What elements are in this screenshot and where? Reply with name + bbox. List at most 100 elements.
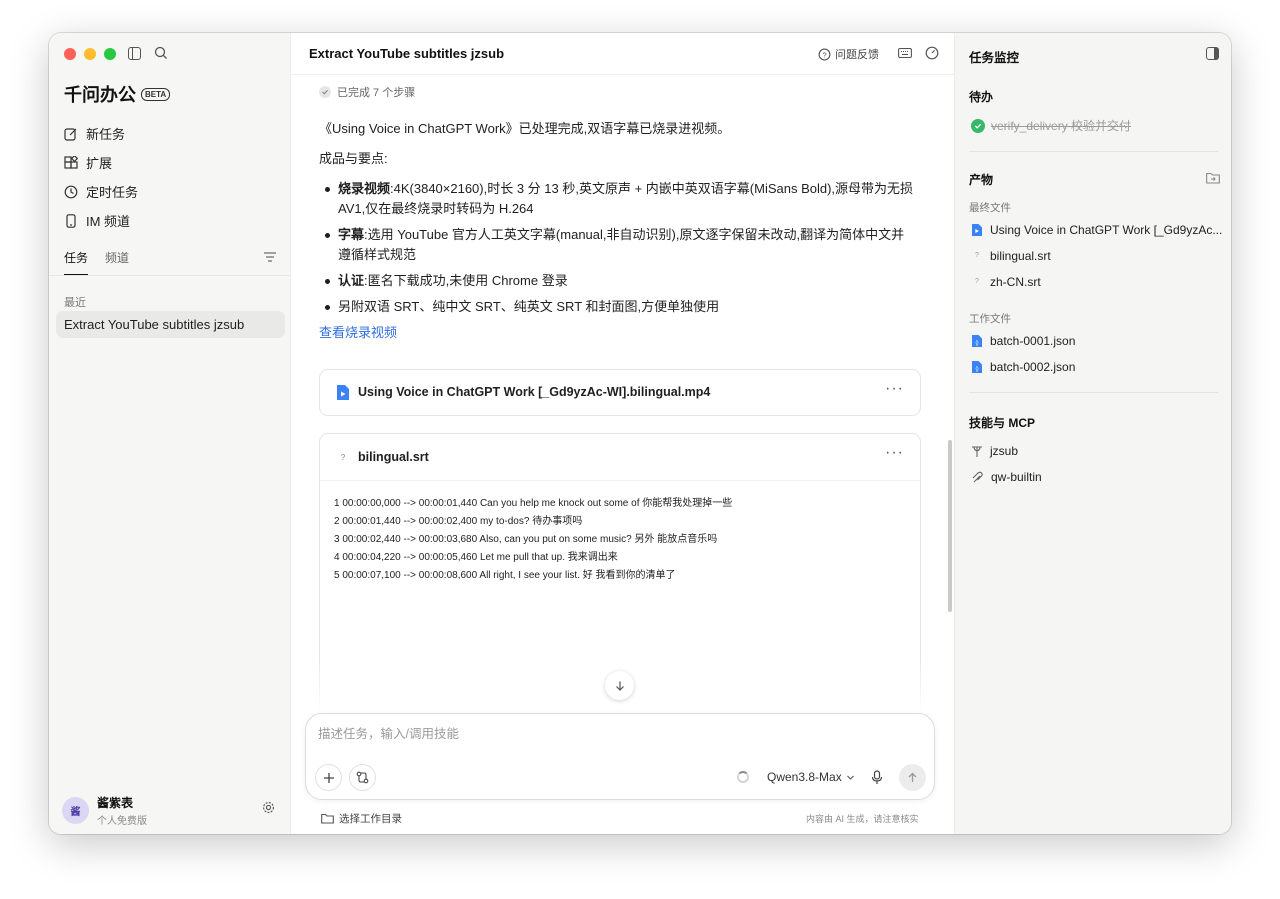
work-file-item[interactable]: {} batch-0002.json bbox=[971, 360, 1075, 374]
final-file-item[interactable]: ? zh-CN.srt bbox=[971, 275, 1041, 289]
panel-toggle-icon[interactable] bbox=[1206, 47, 1219, 60]
send-button[interactable] bbox=[899, 764, 926, 791]
scroll-down-button[interactable] bbox=[605, 671, 634, 700]
view-video-link[interactable]: 查看烧录视频 bbox=[319, 323, 917, 343]
user-profile[interactable]: 酱 酱紫表 个人免费版 bbox=[62, 794, 147, 827]
brand: 千问办公 BETA bbox=[64, 81, 171, 107]
srt-line: 1 00:00:00,000 --> 00:00:01,440 Can you … bbox=[334, 498, 733, 509]
gear-icon[interactable] bbox=[262, 801, 275, 814]
json-file-icon: {} bbox=[972, 361, 982, 373]
video-file-card[interactable]: Using Voice in ChatGPT Work [_Gd9yzAc-WI… bbox=[319, 369, 921, 416]
list-item: 另附双语 SRT、纯中文 SRT、纯英文 SRT 和封面图,方便单独使用 bbox=[319, 297, 917, 317]
extensions-icon bbox=[64, 155, 78, 169]
sidebar-tabs: 任务 频道 bbox=[64, 249, 129, 276]
bullet-text: :4K(3840×2160),时长 3 分 13 秒,英文原声 + 内嵌中英双语… bbox=[338, 181, 914, 216]
srt-file-name: bilingual.srt bbox=[358, 450, 429, 464]
mcp-icon bbox=[972, 471, 983, 482]
scrollbar[interactable] bbox=[948, 440, 952, 612]
main-header: Extract YouTube subtitles jzsub ? 问题反馈 bbox=[291, 33, 954, 75]
add-button[interactable] bbox=[315, 764, 342, 791]
divider bbox=[969, 392, 1218, 393]
final-file-item[interactable]: Using Voice in ChatGPT Work [_Gd9yzAc... bbox=[971, 223, 1222, 237]
sidebar: 千问办公 BETA 新任务 扩展 定时任务 IM 频道 任务 频道 最近 Ext… bbox=[49, 33, 291, 834]
srt-line: 5 00:00:07,100 --> 00:00:08,600 All righ… bbox=[334, 570, 676, 581]
svg-text:{}: {} bbox=[975, 367, 979, 373]
menu-new-task[interactable]: 新任务 bbox=[64, 119, 138, 148]
bullet-bold: 认证 bbox=[338, 273, 365, 288]
video-file-name: Using Voice in ChatGPT Work [_Gd9yzAc-WI… bbox=[358, 385, 711, 399]
help-circle-icon: ? bbox=[818, 48, 831, 60]
sidebar-toggle-icon[interactable] bbox=[128, 47, 141, 60]
minimize-window-button[interactable] bbox=[84, 48, 96, 60]
folder-import-icon[interactable] bbox=[1206, 172, 1220, 184]
conversation-area[interactable]: 已完成 7 个步骤 《Using Voice in ChatGPT Work》已… bbox=[291, 76, 954, 716]
file-name: batch-0002.json bbox=[990, 360, 1076, 374]
steps-status[interactable]: 已完成 7 个步骤 bbox=[319, 84, 415, 100]
more-options-icon[interactable]: ··· bbox=[885, 444, 904, 462]
task-input[interactable] bbox=[318, 727, 838, 741]
final-files-label: 最终文件 bbox=[969, 202, 1011, 214]
json-file-icon: {} bbox=[972, 335, 982, 347]
workdir-label: 选择工作目录 bbox=[339, 813, 402, 825]
final-file-item[interactable]: ? bilingual.srt bbox=[971, 249, 1051, 263]
recent-task-item[interactable]: Extract YouTube subtitles jzsub bbox=[56, 311, 285, 338]
composer: Qwen3.8-Max bbox=[305, 713, 935, 800]
srt-line: 3 00:00:02,440 --> 00:00:03,680 Also, ca… bbox=[334, 534, 718, 545]
microphone-icon[interactable] bbox=[871, 770, 883, 785]
gauge-icon[interactable] bbox=[925, 46, 939, 60]
list-item: 字幕:选用 YouTube 官方人工英文字幕(manual,非自动识别),原文逐… bbox=[319, 225, 917, 265]
srt-content: 1 00:00:00,000 --> 00:00:01,440 Can you … bbox=[320, 481, 920, 599]
page-title: Extract YouTube subtitles jzsub bbox=[309, 46, 505, 61]
message-bullets: 烧录视频:4K(3840×2160),时长 3 分 13 秒,英文原声 + 内嵌… bbox=[319, 179, 917, 317]
list-item: 认证:匿名下载成功,未使用 Chrome 登录 bbox=[319, 271, 917, 291]
menu-extensions[interactable]: 扩展 bbox=[64, 148, 138, 177]
edit-icon bbox=[64, 127, 77, 141]
beta-badge: BETA bbox=[141, 87, 171, 101]
srt-line: 4 00:00:04,220 --> 00:00:05,460 Let me p… bbox=[334, 552, 618, 563]
filter-icon[interactable] bbox=[263, 251, 277, 263]
steps-label: 已完成 7 个步骤 bbox=[337, 87, 416, 99]
skill-item[interactable]: jzsub bbox=[971, 444, 1018, 458]
model-selector[interactable]: Qwen3.8-Max bbox=[767, 770, 855, 784]
todo-item[interactable]: verify_delivery 校验并交付 bbox=[971, 117, 1131, 134]
maximize-window-button[interactable] bbox=[104, 48, 116, 60]
sidebar-menu: 新任务 扩展 定时任务 IM 频道 bbox=[64, 119, 138, 235]
menu-label: 新任务 bbox=[86, 127, 126, 142]
bullet-text: :选用 YouTube 官方人工英文字幕(manual,非自动识别),原文逐字保… bbox=[338, 227, 905, 262]
unknown-file-icon: ? bbox=[975, 252, 979, 259]
recent-label: 最近 bbox=[64, 297, 86, 309]
tab-channels[interactable]: 频道 bbox=[105, 249, 129, 276]
feedback-label: 问题反馈 bbox=[835, 49, 879, 61]
unknown-file-icon: ? bbox=[975, 278, 979, 285]
message-intro: 《Using Voice in ChatGPT Work》已处理完成,双语字幕已… bbox=[319, 121, 731, 136]
feedback-button[interactable]: ? 问题反馈 bbox=[818, 46, 879, 62]
keyboard-icon[interactable] bbox=[898, 47, 912, 59]
arrow-up-icon bbox=[908, 772, 917, 782]
menu-im-channel[interactable]: IM 频道 bbox=[64, 206, 138, 235]
bullet-bold: 烧录视频 bbox=[338, 181, 391, 196]
bullet-text: :匿名下载成功,未使用 Chrome 登录 bbox=[364, 273, 568, 288]
skill-item[interactable]: qw-builtin bbox=[971, 470, 1042, 484]
message-section: 成品与要点: bbox=[319, 151, 388, 166]
work-file-item[interactable]: {} batch-0001.json bbox=[971, 334, 1075, 348]
plus-icon bbox=[323, 772, 334, 783]
skill-icon bbox=[972, 445, 982, 457]
search-icon[interactable] bbox=[154, 46, 168, 60]
more-options-icon[interactable]: ··· bbox=[885, 380, 904, 398]
app-window: 千问办公 BETA 新任务 扩展 定时任务 IM 频道 任务 频道 最近 Ext… bbox=[49, 33, 1231, 834]
file-name: zh-CN.srt bbox=[990, 275, 1041, 289]
tab-tasks[interactable]: 任务 bbox=[64, 249, 89, 276]
route-icon bbox=[356, 771, 369, 784]
divider bbox=[969, 151, 1218, 152]
main-panel: Extract YouTube subtitles jzsub ? 问题反馈 已… bbox=[291, 33, 954, 834]
skills-button[interactable] bbox=[349, 764, 376, 791]
menu-label: 扩展 bbox=[86, 156, 113, 171]
srt-line: 2 00:00:01,440 --> 00:00:02,400 my to-do… bbox=[334, 516, 583, 527]
select-workdir-button[interactable]: 选择工作目录 bbox=[321, 811, 402, 826]
close-window-button[interactable] bbox=[64, 48, 76, 60]
check-icon bbox=[971, 118, 985, 133]
work-files-label: 工作文件 bbox=[969, 313, 1011, 325]
divider bbox=[49, 275, 290, 276]
ai-disclaimer: 内容由 AI 生成，请注意核实 bbox=[806, 814, 919, 824]
menu-scheduled-tasks[interactable]: 定时任务 bbox=[64, 177, 138, 206]
